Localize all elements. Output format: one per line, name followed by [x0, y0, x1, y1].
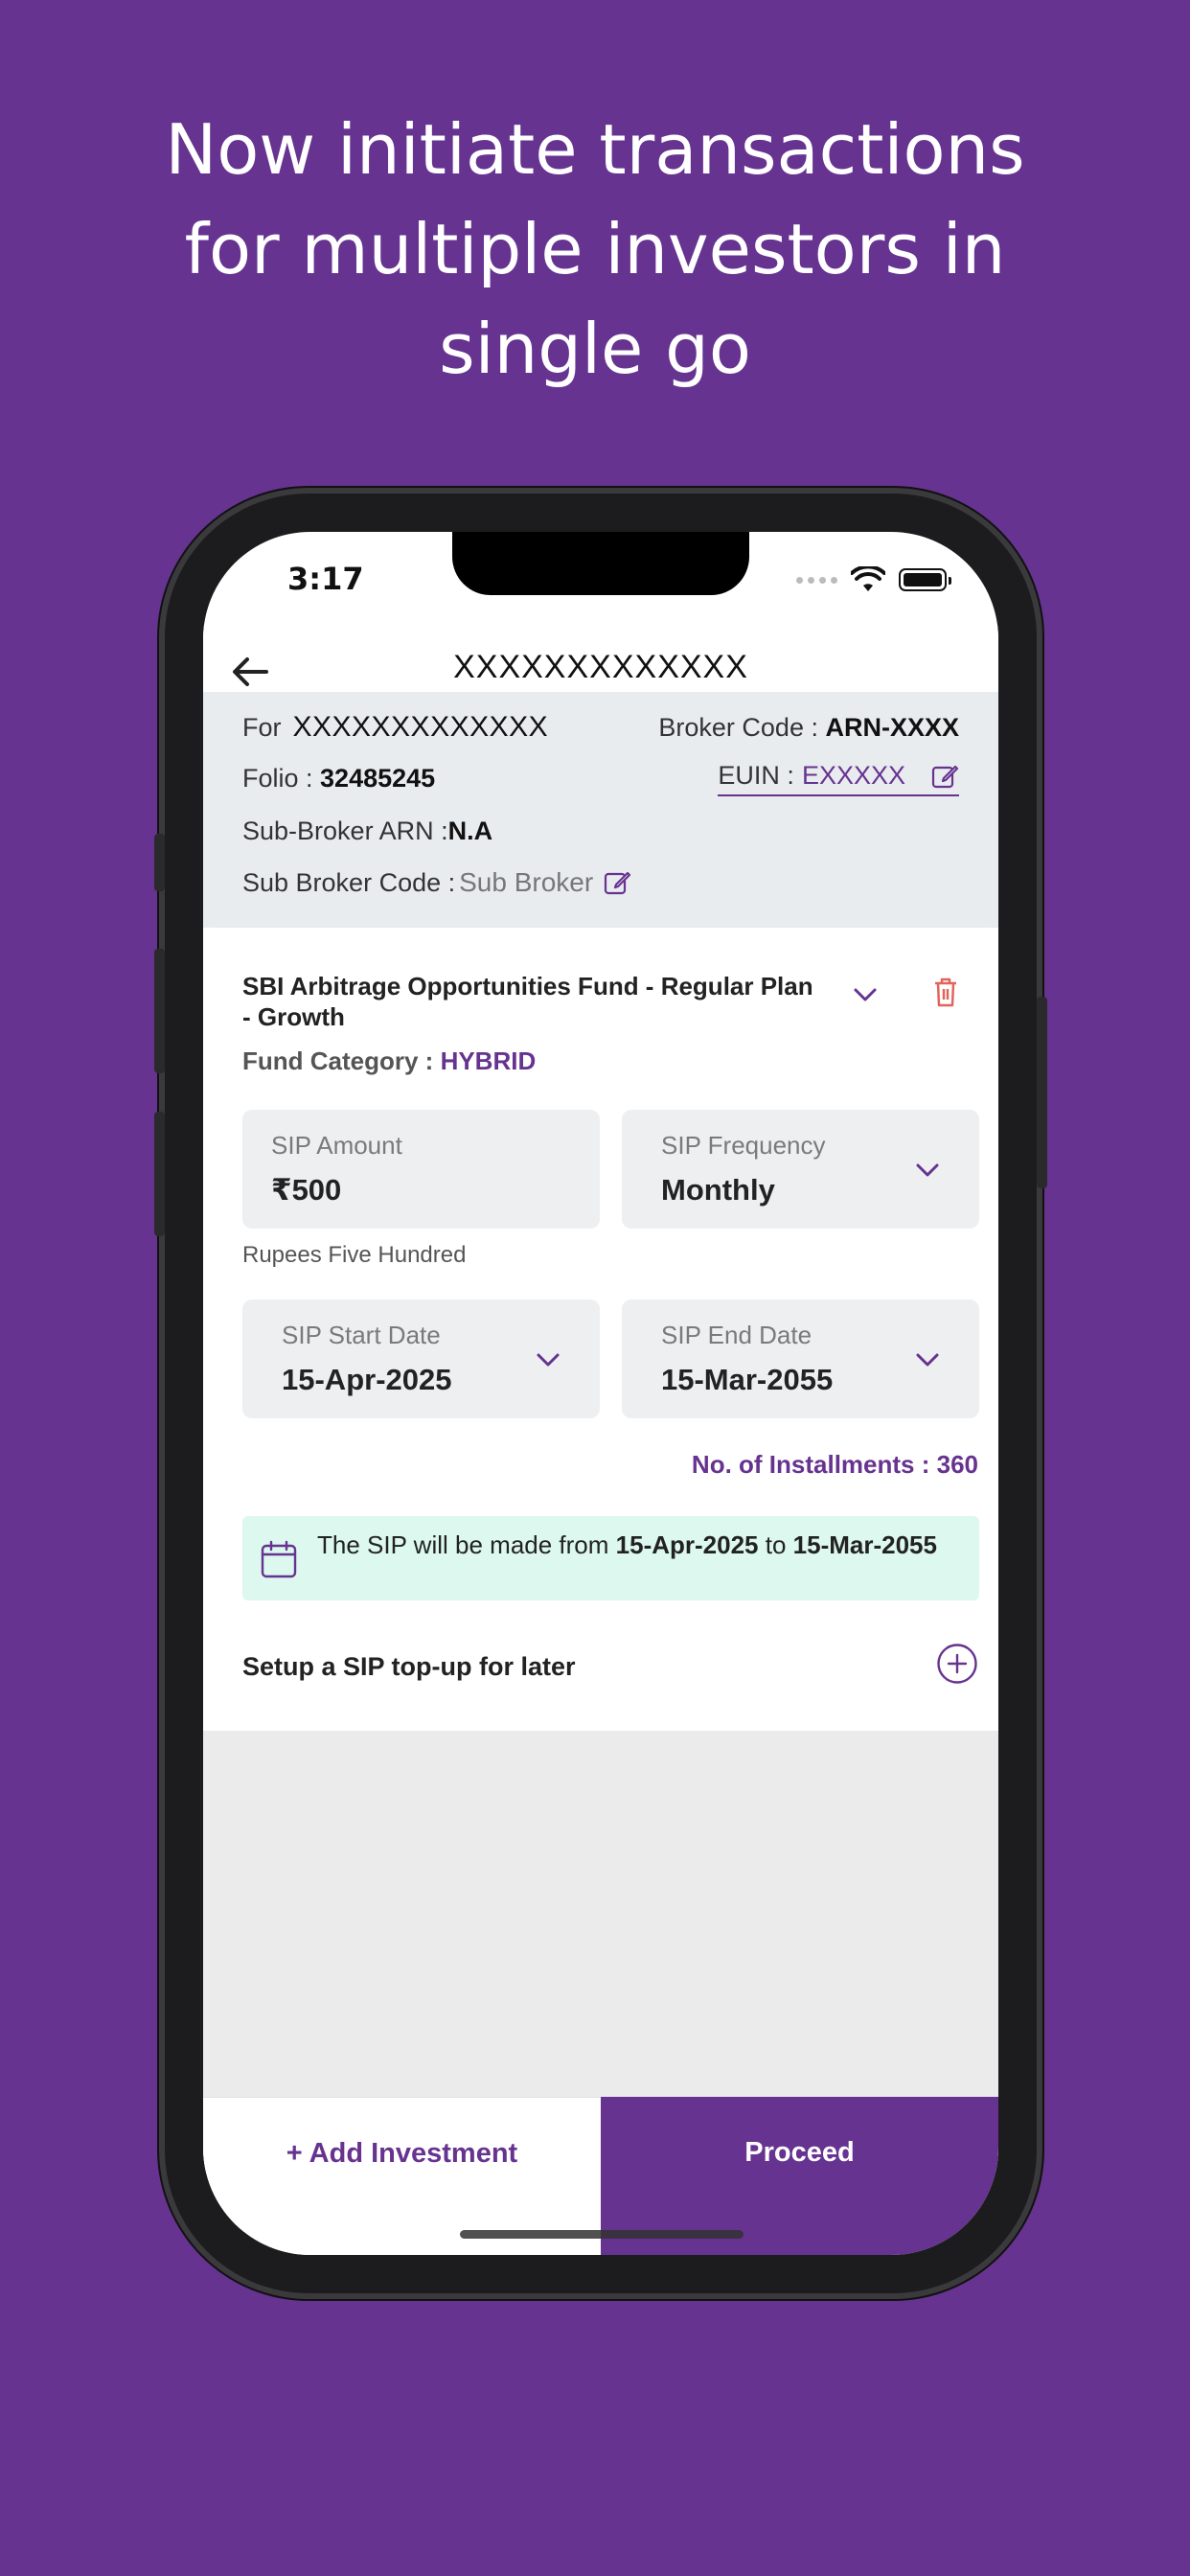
broker-code-value: ARN-XXXX: [825, 712, 959, 742]
sub-broker-code-label: Sub Broker Code :: [242, 867, 456, 897]
for-label: For: [242, 713, 282, 742]
sip-frequency-select[interactable]: SIP Frequency Monthly: [622, 1110, 979, 1229]
promo-line-2: for multiple investors in: [184, 209, 1006, 289]
phone-side-button: [154, 949, 165, 1073]
chevron-down-icon: [916, 1353, 939, 1367]
edit-icon[interactable]: [930, 762, 959, 791]
sip-frequency-label: SIP Frequency: [661, 1131, 826, 1160]
sip-period-notice: The SIP will be made from 15-Apr-2025 to…: [242, 1516, 979, 1600]
sip-period-text: The SIP will be made from 15-Apr-2025 to…: [317, 1530, 950, 1560]
euin-field[interactable]: EUIN : EXXXXX: [718, 761, 959, 796]
notice-middle: to: [758, 1530, 793, 1559]
investor-info-panel: For XXXXXXXXXXXXX Broker Code : ARN-XXXX …: [203, 692, 998, 928]
app-screen: 3:17 XXXXXXXXXXXXX For XXXXXXXXXXXXX Brok…: [203, 532, 998, 2255]
home-indicator[interactable]: [460, 2230, 744, 2239]
proceed-label: Proceed: [744, 2137, 855, 2168]
euin-value: EXXXXX: [801, 761, 905, 790]
sip-start-date-label: SIP Start Date: [282, 1321, 441, 1349]
fund-category: Fund Category : HYBRID: [242, 1046, 536, 1076]
sip-start-date-select[interactable]: SIP Start Date 15-Apr-2025: [242, 1300, 600, 1418]
fund-name: SBI Arbitrage Opportunities Fund - Regul…: [242, 972, 813, 1031]
fund-category-value: HYBRID: [440, 1046, 537, 1075]
investment-card: SBI Arbitrage Opportunities Fund - Regul…: [203, 928, 998, 1731]
promo-line-3: single go: [439, 309, 751, 389]
chevron-down-icon[interactable]: [851, 983, 880, 1006]
info-row-subbroker-arn: Sub-Broker ARN : N.A: [242, 816, 959, 846]
trash-icon[interactable]: [931, 976, 960, 1008]
notice-from-date: 15-Apr-2025: [615, 1530, 759, 1559]
sip-amount-label: SIP Amount: [271, 1131, 402, 1160]
status-icons: [796, 566, 951, 593]
signal-dots-icon: [796, 576, 837, 584]
sip-end-date-select[interactable]: SIP End Date 15-Mar-2055: [622, 1300, 979, 1418]
info-row-subbroker-code: Sub Broker Code : Sub Broker: [242, 867, 959, 898]
phone-side-button: [154, 834, 165, 891]
page-title: XXXXXXXXXXXXX: [453, 649, 748, 685]
broker-code-label: Broker Code :: [658, 712, 826, 742]
wifi-icon: [851, 566, 885, 591]
euin-label: EUIN :: [718, 761, 794, 790]
sip-end-date-value: 15-Mar-2055: [661, 1363, 834, 1396]
sub-broker-arn-value: N.A: [447, 816, 493, 845]
sub-broker-code-input[interactable]: Sub Broker: [459, 867, 593, 898]
sip-amount-field[interactable]: SIP Amount ₹500: [242, 1110, 600, 1229]
investor-name: XXXXXXXXXXXXX: [292, 711, 549, 743]
status-time: 3:17: [287, 561, 364, 597]
battery-icon: [899, 568, 951, 591]
notice-prefix: The SIP will be made from: [317, 1530, 616, 1559]
sip-frequency-value: Monthly: [661, 1173, 775, 1207]
amount-in-words: Rupees Five Hundred: [242, 1242, 467, 1268]
sip-topup-label[interactable]: Setup a SIP top-up for later: [242, 1652, 576, 1682]
chevron-down-icon: [537, 1353, 560, 1367]
calendar-icon: [261, 1540, 297, 1578]
sip-end-date-label: SIP End Date: [661, 1321, 812, 1349]
info-row-for: For XXXXXXXXXXXXX Broker Code : ARN-XXXX: [242, 711, 959, 744]
folio-value: 32485245: [320, 764, 436, 793]
sip-amount-value: ₹500: [271, 1173, 342, 1207]
phone-side-button: [154, 1112, 165, 1236]
notch: [452, 532, 749, 595]
phone-side-button: [1037, 997, 1047, 1188]
folio-label: Folio :: [242, 764, 321, 793]
info-row-folio: Folio : 32485245 EUIN : EXXXXX: [242, 761, 959, 796]
promo-line-1: Now initiate transactions: [165, 109, 1025, 190]
fund-category-label: Fund Category :: [242, 1046, 441, 1075]
sip-start-date-value: 15-Apr-2025: [282, 1363, 452, 1396]
chevron-down-icon: [916, 1163, 939, 1177]
installments-count: No. of Installments : 360: [691, 1450, 978, 1479]
add-investment-label: + Add Investment: [286, 2138, 518, 2169]
promo-headline: Now initiate transactions for multiple i…: [0, 100, 1190, 399]
notice-to-date: 15-Mar-2055: [792, 1530, 937, 1559]
edit-icon[interactable]: [603, 868, 631, 897]
plus-circle-icon[interactable]: [936, 1643, 978, 1685]
sub-broker-arn-label: Sub-Broker ARN :: [242, 816, 448, 845]
